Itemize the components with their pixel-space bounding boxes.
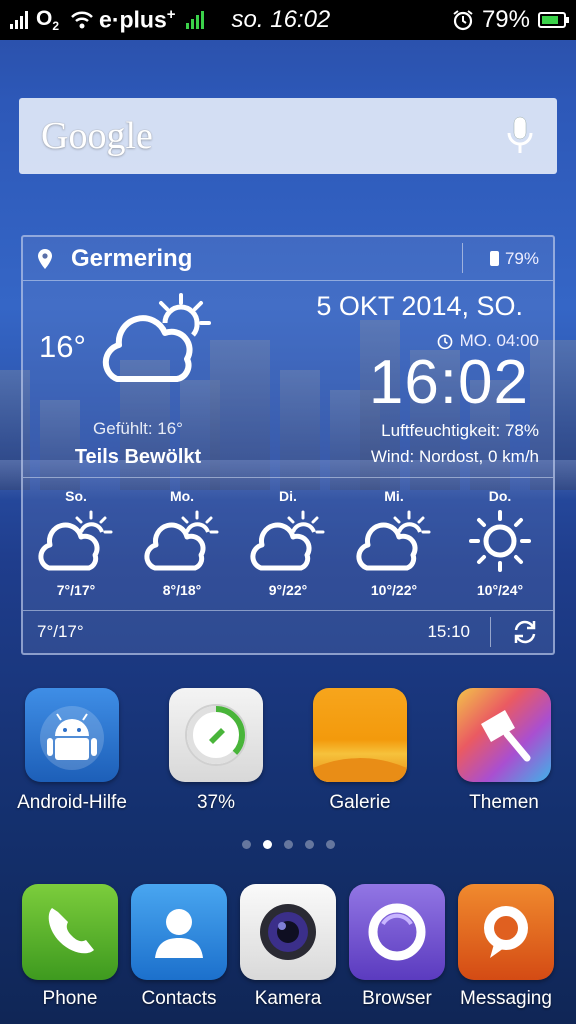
home-apps: Android-Hilfe 37% Galerie Themen: [0, 688, 576, 814]
app-cleaner[interactable]: 37%: [144, 688, 288, 814]
dock-messaging[interactable]: Messaging: [458, 884, 554, 1024]
weather-city[interactable]: Germering: [71, 245, 192, 273]
alarm-clock-icon: [453, 10, 473, 31]
partly-cloudy-icon: [144, 510, 219, 571]
carrier-name: e·plus+: [99, 6, 176, 33]
felt-temperature: Gefühlt: 16°: [93, 419, 183, 438]
status-time: so. 16:02: [231, 6, 331, 33]
app-label: Themen: [469, 792, 539, 813]
battery-icon: [538, 12, 569, 28]
app-label: 37%: [196, 792, 236, 813]
sun-icon: [469, 510, 531, 572]
forecast-temps: 7°/17°: [56, 582, 96, 598]
page-dot[interactable]: [262, 840, 272, 849]
dock-phone[interactable]: Phone: [22, 884, 118, 1024]
app-label: Kamera: [254, 988, 322, 1009]
forecast-temps: 10°/22°: [370, 582, 418, 598]
wifi-icon: [71, 11, 93, 29]
last-updated: 15:10: [427, 622, 470, 641]
operator-logo: O2: [36, 6, 60, 34]
dock-kamera[interactable]: Kamera: [240, 884, 336, 1024]
app-label: Browser: [362, 988, 432, 1009]
forecast-row[interactable]: So. 7°/17° Mo. 8°/18° Di. 9°/22° Mi. 10°/22° Do.…: [23, 477, 553, 611]
forecast-day-name: Mi.: [384, 488, 404, 504]
weather-widget[interactable]: Germering 79% 16° Gefühlt: 16° Teils Bew…: [21, 235, 555, 655]
page-dot[interactable]: [241, 840, 251, 849]
widget-clock[interactable]: 16:02: [369, 347, 529, 418]
camera-icon[interactable]: [240, 884, 336, 980]
forecast-day-name: Do.: [488, 488, 512, 504]
app-galerie[interactable]: Galerie: [288, 688, 432, 814]
forecast-day[interactable]: Mi. 10°/22°: [341, 478, 447, 610]
app-themen[interactable]: Themen: [432, 688, 576, 814]
page-dot[interactable]: [304, 840, 314, 849]
page-dot[interactable]: [283, 840, 293, 849]
widget-battery: 79%: [489, 249, 539, 269]
app-android-hilfe[interactable]: Android-Hilfe: [0, 688, 144, 814]
partly-cloudy-icon: [356, 510, 431, 571]
battery-icon: [489, 251, 499, 266]
forecast-day[interactable]: Do. 10°/24°: [447, 478, 553, 610]
forecast-day[interactable]: So. 7°/17°: [23, 478, 129, 610]
forecast-day-name: So.: [65, 488, 87, 504]
footer-temperatures: 7°/17°: [37, 622, 84, 641]
forecast-temps: 8°/18°: [162, 582, 202, 598]
weather-header: Germering 79%: [23, 237, 553, 281]
status-bar: O2 e·plus+ so. 16:02 79%: [0, 0, 576, 40]
partly-cloudy-icon: [102, 293, 211, 382]
themes-icon[interactable]: [457, 688, 551, 782]
dock-browser[interactable]: Browser: [349, 884, 445, 1024]
app-label: Messaging: [460, 988, 552, 1009]
app-label: Android-Hilfe: [17, 792, 127, 813]
forecast-day[interactable]: Mo. 8°/18°: [129, 478, 235, 610]
android-help-icon[interactable]: [25, 688, 119, 782]
app-label: Galerie: [329, 792, 391, 813]
refresh-icon[interactable]: [511, 618, 539, 646]
humidity: Luftfeuchtigkeit: 78%: [381, 421, 539, 440]
mobile-signal-icon: [185, 11, 204, 29]
current-temperature: 16°: [39, 329, 86, 364]
contacts-icon[interactable]: [131, 884, 227, 980]
gallery-icon[interactable]: [313, 688, 407, 782]
forecast-day-name: Mo.: [169, 488, 195, 504]
google-logo: Google: [41, 115, 153, 157]
partly-cloudy-icon: [38, 510, 113, 571]
app-label: Phone: [42, 988, 98, 1009]
wind: Wind: Nordost, 0 km/h: [370, 447, 539, 466]
page-indicator[interactable]: [0, 840, 576, 849]
browser-icon[interactable]: [349, 884, 445, 980]
weather-date: 5 OKT 2014, SO.: [316, 291, 523, 321]
weather-condition: Teils Bewölkt: [74, 446, 202, 468]
cleaner-icon[interactable]: [169, 688, 263, 782]
page-dot[interactable]: [325, 840, 335, 849]
google-search-bar[interactable]: Google: [19, 98, 557, 174]
signal-strength-icon: [10, 11, 28, 29]
partly-cloudy-icon: [250, 510, 325, 571]
weather-footer: 7°/17° 15:10: [23, 611, 553, 653]
messaging-icon[interactable]: [458, 884, 554, 980]
forecast-day[interactable]: Di. 9°/22°: [235, 478, 341, 610]
location-pin-icon: [38, 248, 52, 269]
dock-contacts[interactable]: Contacts: [131, 884, 227, 1024]
app-label: Contacts: [141, 988, 217, 1009]
dock: Phone Contacts Kamera Browser Messaging: [0, 884, 576, 1024]
forecast-day-name: Di.: [279, 488, 297, 504]
battery-percent: 79%: [481, 6, 530, 33]
microphone-icon[interactable]: [505, 115, 535, 157]
forecast-temps: 10°/24°: [476, 582, 524, 598]
forecast-temps: 9°/22°: [268, 582, 308, 598]
phone-icon[interactable]: [22, 884, 118, 980]
